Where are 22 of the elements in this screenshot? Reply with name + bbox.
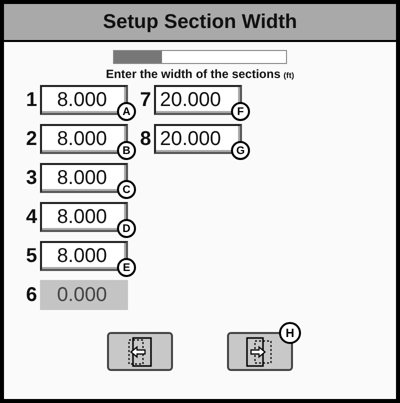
back-button[interactable] <box>107 332 173 371</box>
section-number: 4 <box>26 206 38 228</box>
exit-door-icon <box>127 336 153 366</box>
callout-label: H <box>279 322 301 344</box>
section-number: 1 <box>26 88 38 112</box>
section-number: 3 <box>26 166 38 190</box>
section-number: 2 <box>26 128 38 150</box>
callout-label: C <box>117 180 136 199</box>
section-number: 8 <box>140 128 152 150</box>
callout-label: G <box>231 141 250 160</box>
callout-label: F <box>231 102 250 121</box>
window-title: Setup Section Width <box>4 4 396 42</box>
callout-label: E <box>117 258 136 277</box>
unit-label: (ft) <box>284 71 294 80</box>
callout-label: D <box>117 219 136 238</box>
section-number: 6 <box>26 284 38 306</box>
section-number: 5 <box>26 244 38 268</box>
instruction-text: Enter the width of the sections <box>106 67 281 81</box>
callout-label: A <box>117 102 136 121</box>
section-width-field: 0.000 <box>40 280 128 310</box>
callout-label: B <box>117 141 136 160</box>
section-number: 7 <box>140 88 152 112</box>
